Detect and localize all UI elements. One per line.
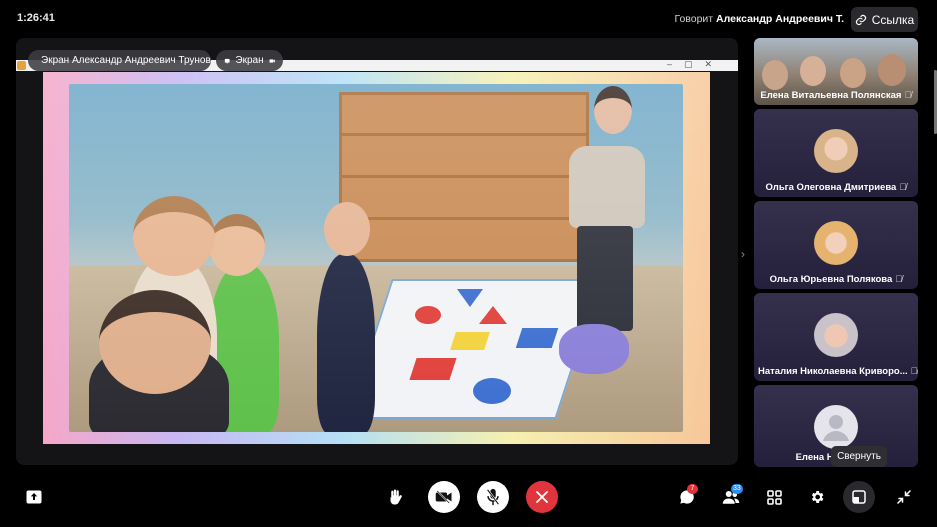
share-screen-button[interactable] <box>25 488 43 506</box>
speaker-name: Александр Андреевич Т. <box>716 13 844 25</box>
active-speaker-label: Говорит Александр Андреевич Т. <box>674 13 844 25</box>
grid-icon <box>766 489 782 505</box>
collapse-button[interactable] <box>843 481 875 513</box>
speaker-prefix: Говорит <box>674 13 714 25</box>
participant-name: Наталия Николаевна Криворо... 🎙̸ <box>758 366 918 377</box>
screen-owner-label: Экран Александр Андреевич Трунов <box>41 55 211 66</box>
mic-off-icon: 🎙̸ <box>899 182 907 193</box>
link-icon <box>855 14 866 25</box>
screen-owner-pill[interactable]: Экран Александр Андреевич Трунов <box>28 50 211 71</box>
participant-name: Ольга Юрьевна Полякова 🎙̸ <box>769 274 903 285</box>
hand-icon <box>390 489 402 505</box>
participants-button[interactable]: 33 <box>720 484 743 507</box>
participant-name: Елена Витальевна Полянская 🎙̸ <box>760 90 912 101</box>
classroom-photo <box>69 84 683 432</box>
screen-share-icon <box>224 58 230 63</box>
participants-badge: 33 <box>731 484 743 494</box>
chevron-right-icon[interactable]: › <box>741 247 745 261</box>
app-icon <box>17 61 26 70</box>
mic-off-icon: 🎙̸ <box>895 274 903 285</box>
layout-grid-button[interactable] <box>765 488 783 506</box>
exit-fullscreen-icon <box>897 490 911 504</box>
participant-tile[interactable]: Елена Витальевна Полянская 🎙̸ <box>754 38 918 105</box>
participant-tile[interactable]: Ольга Олеговна Дмитриева 🎙̸ <box>754 109 918 197</box>
gear-icon <box>811 491 824 503</box>
end-call-button[interactable] <box>526 481 558 513</box>
presentation-slide <box>43 72 710 444</box>
settings-button[interactable] <box>808 488 826 506</box>
camera-off-icon <box>435 490 452 504</box>
call-timer: 1:26:41 <box>17 12 55 24</box>
camera-icon <box>269 58 275 63</box>
screen-label: Экран <box>235 55 264 66</box>
participant-avatar <box>814 129 858 173</box>
shared-screen-stage[interactable]: –▢✕ <box>16 38 738 465</box>
camera-toggle-button[interactable] <box>428 481 460 513</box>
default-user-icon <box>814 405 858 449</box>
collapse-tooltip: Свернуть <box>831 446 887 467</box>
raise-hand-button[interactable] <box>384 487 406 507</box>
close-icon <box>536 491 548 503</box>
mic-off-icon <box>486 488 500 506</box>
exit-fullscreen-button[interactable] <box>895 488 913 506</box>
participant-avatar <box>814 221 858 265</box>
participant-avatar <box>814 313 858 357</box>
upload-screen-icon <box>26 490 42 504</box>
copy-link-label: Ссылка <box>871 12 915 27</box>
mic-off-icon: 🎙̸ <box>910 366 918 377</box>
screen-pill[interactable]: Экран <box>216 50 283 71</box>
chat-button[interactable]: 7 <box>677 484 698 507</box>
participant-name: Ольга Олеговна Дмитриева 🎙̸ <box>765 182 907 193</box>
minimize-window-icon <box>852 490 866 504</box>
participant-tile[interactable]: Наталия Николаевна Криворо... 🎙̸ <box>754 293 918 381</box>
window-controls-icon: –▢✕ <box>666 59 724 69</box>
chat-badge: 7 <box>687 484 698 494</box>
mic-toggle-button[interactable] <box>477 481 509 513</box>
mic-off-icon: 🎙̸ <box>904 90 912 101</box>
copy-link-button[interactable]: Ссылка <box>851 7 918 32</box>
participant-tile[interactable]: Ольга Юрьевна Полякова 🎙̸ <box>754 201 918 289</box>
